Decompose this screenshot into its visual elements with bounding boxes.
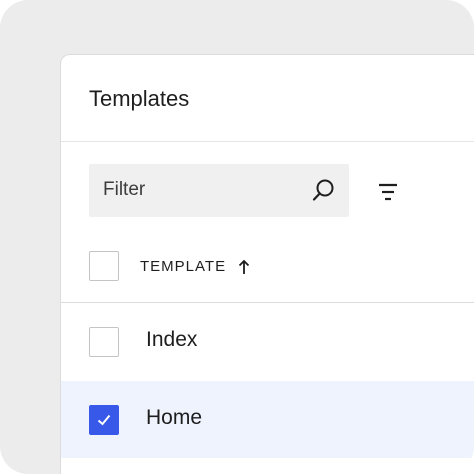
row-label[interactable]: Index bbox=[146, 328, 197, 352]
page-title: Templates bbox=[89, 86, 190, 111]
filter-placeholder: Filter bbox=[103, 179, 146, 200]
row-checkbox[interactable] bbox=[89, 405, 119, 435]
table-row[interactable]: Index bbox=[61, 303, 474, 380]
templates-panel: Templates Filter TEMPLATE Index Home bbox=[60, 54, 474, 474]
row-checkbox[interactable] bbox=[89, 327, 119, 357]
app-frame: Templates Filter TEMPLATE Index Home bbox=[0, 0, 474, 474]
header-divider bbox=[61, 141, 474, 142]
select-all-checkbox[interactable] bbox=[89, 251, 119, 281]
checkmark-icon bbox=[97, 414, 111, 426]
filter-input[interactable]: Filter bbox=[89, 164, 349, 217]
row-label[interactable]: Home bbox=[146, 406, 202, 430]
search-icon[interactable] bbox=[311, 177, 337, 203]
table-row[interactable]: Home bbox=[61, 381, 474, 458]
column-header-template[interactable]: TEMPLATE bbox=[140, 258, 226, 275]
filter-icon[interactable] bbox=[375, 179, 401, 205]
arrow-up-icon[interactable] bbox=[238, 259, 250, 275]
